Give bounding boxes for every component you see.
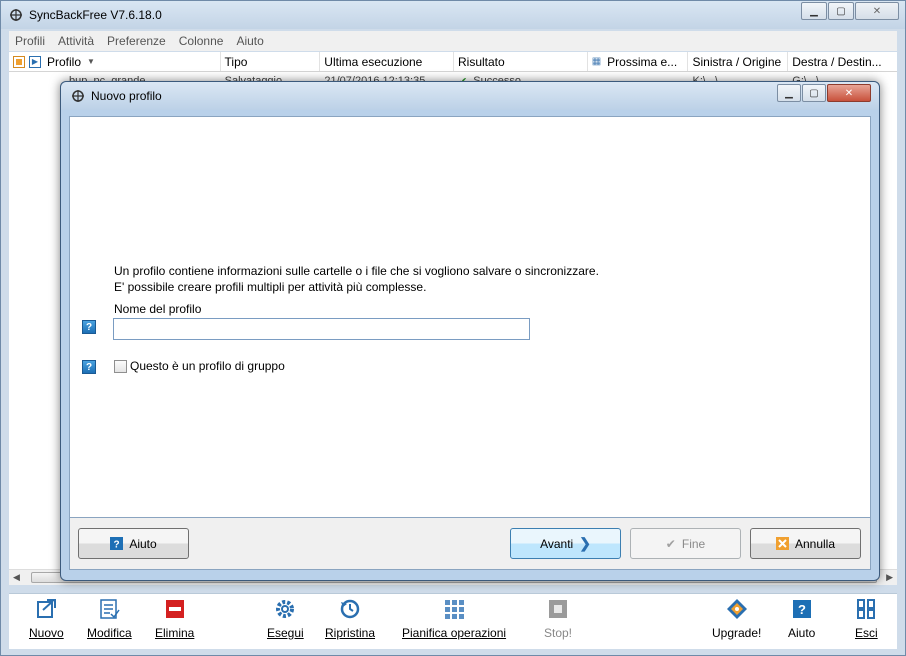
finish-button[interactable]: ✔ Fine [630,528,741,559]
gear-icon [276,600,295,618]
menubar: Profili Attività Preferenze Colonne Aiut… [9,31,897,51]
main-toolbar: Nuovo Modifica Elimina Esegui Ripristina… [9,593,897,649]
help-button[interactable]: ? Aiuto [78,528,189,559]
esegui-button[interactable]: Esegui [267,598,304,640]
window-title: SyncBackFree V7.6.18.0 [29,8,162,22]
profile-name-label: Nome del profilo [114,302,202,316]
dialog-window-controls: ▁ ▢ ✕ [776,84,871,102]
info-text: Un profilo contiene informazioni sulle c… [114,263,599,295]
help-icon[interactable]: ? [82,320,96,334]
new-profile-icon [37,599,57,618]
chevron-right-icon: ❯ [579,535,591,551]
syncback-dialog-icon [71,89,85,103]
group-profile-label[interactable]: Questo è un profilo di gruppo [130,359,285,373]
modifica-button[interactable]: Modifica [87,598,132,640]
schedule-grid-icon [445,600,465,619]
menu-attivita[interactable]: Attività [58,34,94,48]
menu-aiuto[interactable]: Aiuto [236,34,263,48]
dialog-title: Nuovo profilo [91,89,162,103]
grid-header: ▶ Profilo ▼ Tipo Ultima esecuzione Risul… [9,52,897,72]
elimina-button[interactable]: Elimina [155,598,194,640]
dialog-maximize-button[interactable]: ▢ [802,84,826,102]
syncback-app-icon [9,8,23,22]
dialog-close-button[interactable]: ✕ [827,84,871,102]
dialog-content: Un profilo contiene informazioni sulle c… [69,116,871,518]
dialog-minimize-button[interactable]: ▁ [777,84,801,102]
esci-button[interactable]: Esci [855,598,878,640]
menu-preferenze[interactable]: Preferenze [107,34,166,48]
ripristina-button[interactable]: Ripristina [325,598,375,640]
checkmark-icon: ✔ [665,536,676,551]
stop-square-icon [13,55,25,68]
cancel-button[interactable]: Annulla [750,528,861,559]
next-button[interactable]: Avanti ❯ [510,528,621,559]
help-icon: ? [110,537,124,551]
pianifica-button[interactable]: Pianifica operazioni [402,598,506,640]
column-profilo[interactable]: ▶ Profilo ▼ [9,52,221,71]
column-risultato[interactable]: Risultato [454,52,588,71]
minimize-button[interactable]: ▁ [801,2,827,20]
upgrade-diamond-icon [726,599,747,619]
nuovo-button[interactable]: Nuovo [29,598,64,640]
column-prossima[interactable]: ▦ Prossima e... [588,52,689,71]
new-profile-dialog: Nuovo profilo ▁ ▢ ✕ Un profilo contiene … [60,81,880,581]
grid-icon: ▦ [591,56,602,67]
info-line-1: Un profilo contiene informazioni sulle c… [114,264,599,278]
stop-button[interactable]: Stop! [544,598,572,640]
info-line-2: E' possibile creare profili multipli per… [114,280,427,294]
sort-down-icon: ▼ [87,57,95,66]
dialog-titlebar: Nuovo profilo [61,82,879,110]
svg-text:?: ? [114,540,120,551]
column-destra[interactable]: Destra / Destin... [788,52,897,71]
scroll-left-icon[interactable]: ◀ [13,572,20,583]
profile-name-input[interactable] [113,318,530,340]
maximize-button[interactable]: ▢ [828,2,854,20]
menu-colonne[interactable]: Colonne [179,34,224,48]
scroll-right-icon[interactable]: ▶ [886,572,893,583]
aiuto-toolbar-button[interactable]: ? Aiuto [788,598,815,640]
edit-list-icon [100,599,120,619]
cancel-x-icon [775,537,789,550]
exit-icon [857,599,876,619]
help-icon[interactable]: ? [82,360,96,374]
play-square-icon: ▶ [29,55,41,68]
column-tipo[interactable]: Tipo [221,52,321,71]
main-window-controls: ▁ ▢ ✕ [800,2,899,20]
stop-icon [549,600,568,618]
dialog-footer: ? Aiuto Avanti ❯ ✔ Fine Annulla [69,518,871,570]
close-button[interactable]: ✕ [855,2,899,20]
group-profile-checkbox[interactable] [114,360,127,373]
menu-profili[interactable]: Profili [15,34,45,48]
column-ultima-esecuzione[interactable]: Ultima esecuzione [320,52,454,71]
restore-clock-icon [340,599,360,619]
main-titlebar: SyncBackFree V7.6.18.0 [1,1,905,29]
delete-icon [165,600,184,618]
svg-text:?: ? [798,602,806,617]
help-icon: ? [792,600,811,618]
upgrade-button[interactable]: Upgrade! [712,598,761,640]
column-sinistra[interactable]: Sinistra / Origine [688,52,789,71]
